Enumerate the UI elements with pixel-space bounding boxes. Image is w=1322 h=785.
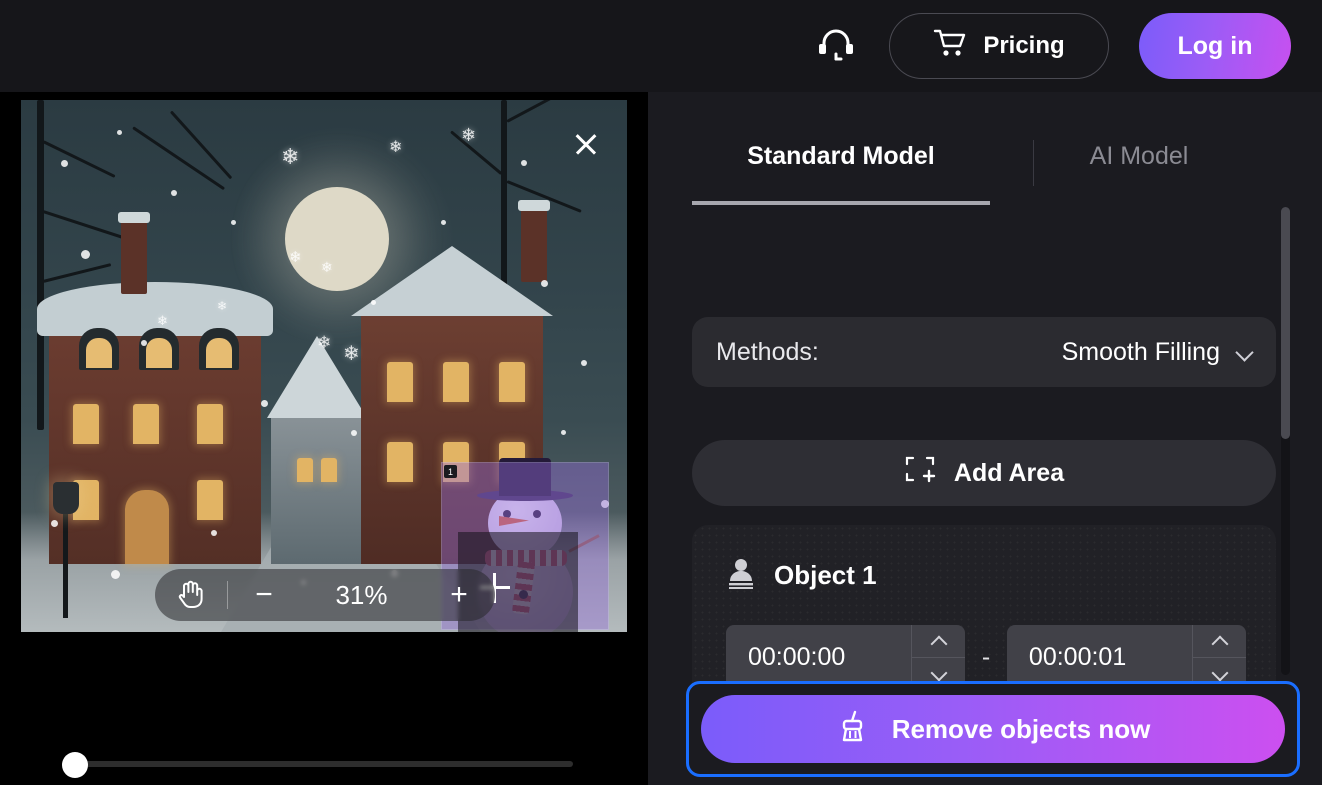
tab-standard-model[interactable]: Standard Model: [692, 122, 990, 171]
person-stamp-icon: [726, 557, 756, 594]
end-time-value[interactable]: 00:00:01: [1007, 625, 1192, 689]
app-root: Pricing Log in ❄ ❄ ❄ ❄ ❄ ❄ ❄ ❄ ❄ 1 − 31%…: [0, 0, 1322, 785]
support-button[interactable]: [813, 23, 859, 69]
end-time-increment[interactable]: [1193, 625, 1246, 657]
start-time-steppers: [911, 625, 966, 689]
selection-index-badge: 1: [444, 465, 457, 478]
hand-pan-button[interactable]: [155, 577, 227, 614]
seek-bar[interactable]: [0, 752, 648, 780]
seek-thumb[interactable]: [62, 752, 88, 778]
remove-objects-button[interactable]: Remove objects now: [701, 695, 1285, 763]
caret-down-icon: [1213, 667, 1226, 680]
video-pane: ❄ ❄ ❄ ❄ ❄ ❄ ❄ ❄ ❄ 1 − 31% +: [0, 92, 648, 785]
zoom-out-button[interactable]: −: [228, 569, 300, 621]
start-time-increment[interactable]: [912, 625, 965, 657]
end-time-field[interactable]: 00:00:01: [1006, 625, 1246, 689]
login-label: Log in: [1177, 31, 1253, 60]
methods-value-wrap: Smooth Filling: [1062, 338, 1252, 367]
headset-icon: [816, 25, 856, 68]
cart-icon: [933, 28, 967, 65]
seek-track[interactable]: [76, 761, 573, 767]
chevron-down-icon: [1236, 344, 1252, 360]
caret-up-icon: [1213, 634, 1226, 647]
object-title: Object 1: [774, 560, 877, 590]
top-header: Pricing Log in: [0, 0, 1322, 92]
start-time-field[interactable]: 00:00:00: [726, 625, 966, 689]
remove-objects-focus-ring: Remove objects now: [686, 681, 1300, 777]
time-range-separator: -: [981, 642, 991, 671]
zoom-toolbar: − 31% +: [155, 569, 495, 621]
methods-select[interactable]: Methods: Smooth Filling: [692, 317, 1276, 387]
login-button[interactable]: Log in: [1139, 13, 1291, 79]
add-area-icon: [904, 455, 936, 492]
brush-icon: [836, 709, 870, 750]
methods-value: Smooth Filling: [1061, 337, 1220, 366]
object-header: Object 1: [726, 557, 877, 594]
methods-label: Methods:: [716, 337, 819, 366]
end-time-steppers: [1192, 625, 1246, 689]
pricing-button[interactable]: Pricing: [889, 13, 1109, 79]
zoom-in-button[interactable]: +: [423, 569, 495, 621]
hand-pan-icon: [176, 577, 206, 614]
tab-ai-model[interactable]: AI Model: [990, 122, 1288, 171]
panel-scrollbar-thumb[interactable]: [1281, 207, 1290, 439]
object-time-range: 00:00:00 - 00:00:01: [726, 625, 1246, 689]
caret-up-icon: [932, 634, 945, 647]
add-area-label: Add Area: [953, 458, 1065, 487]
zoom-level-label: 31%: [335, 579, 388, 610]
start-time-value[interactable]: 00:00:00: [726, 625, 911, 689]
tab-divider: [1033, 140, 1034, 186]
remove-objects-label: Remove objects now: [891, 713, 1151, 744]
add-area-button[interactable]: Add Area: [692, 440, 1276, 506]
video-canvas[interactable]: ❄ ❄ ❄ ❄ ❄ ❄ ❄ ❄ ❄ 1 − 31% +: [21, 100, 627, 632]
model-tabs: Standard Model AI Model: [692, 122, 1292, 208]
pricing-label: Pricing: [983, 32, 1065, 59]
close-icon[interactable]: [573, 131, 599, 157]
caret-down-icon: [932, 667, 945, 680]
